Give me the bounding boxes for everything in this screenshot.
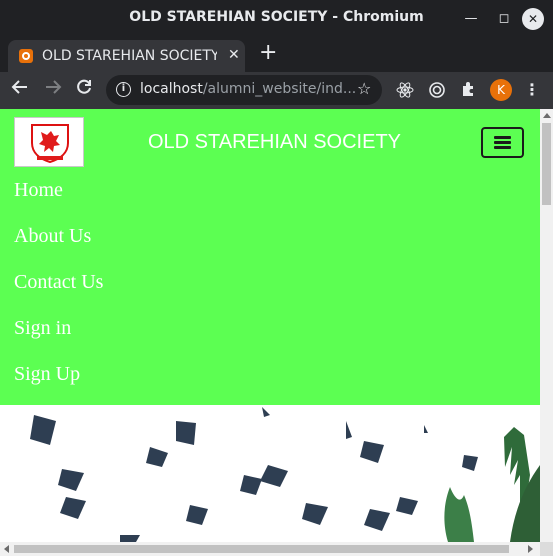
scroll-up-icon[interactable] bbox=[543, 113, 551, 118]
maximize-button[interactable]: ◻ bbox=[494, 9, 514, 29]
tab-strip: OLD STAREHIAN SOCIETY ✕ + bbox=[0, 37, 553, 72]
arrow-right-icon bbox=[46, 80, 62, 94]
react-icon[interactable] bbox=[395, 80, 415, 100]
nav-link-sign-up[interactable]: Sign Up bbox=[14, 363, 80, 386]
hamburger-toggle-button[interactable] bbox=[481, 127, 524, 158]
tab-close-button[interactable]: ✕ bbox=[228, 47, 240, 63]
scrollbar-corner bbox=[540, 542, 553, 556]
tab-title: OLD STAREHIAN SOCIETY bbox=[42, 48, 217, 64]
scroll-right-icon[interactable] bbox=[528, 545, 533, 553]
new-tab-button[interactable]: + bbox=[259, 42, 277, 64]
forward-button[interactable] bbox=[41, 78, 65, 102]
vertical-scroll-thumb[interactable] bbox=[542, 123, 551, 205]
hamburger-icon bbox=[494, 136, 511, 139]
reload-icon bbox=[77, 79, 91, 94]
nav-link-about[interactable]: About Us bbox=[14, 225, 91, 248]
back-button[interactable] bbox=[8, 78, 32, 102]
url-path: /alumni_website/ind... bbox=[202, 81, 357, 97]
hamburger-icon-line bbox=[494, 146, 511, 149]
address-bar[interactable]: i localhost/alumni_website/ind... ☆ bbox=[106, 75, 382, 105]
xampp-favicon-icon bbox=[19, 49, 33, 63]
hero-image-graduation-caps bbox=[0, 405, 540, 542]
profile-avatar[interactable]: K bbox=[490, 79, 512, 101]
nav-link-sign-in[interactable]: Sign in bbox=[14, 317, 71, 340]
minimize-button[interactable]: — bbox=[461, 9, 481, 29]
kebab-menu-icon[interactable]: ⋮ bbox=[524, 80, 540, 99]
site-brand-title[interactable]: OLD STAREHIAN SOCIETY bbox=[148, 131, 401, 154]
url-host: localhost bbox=[140, 81, 203, 97]
close-window-button[interactable]: ✕ bbox=[522, 8, 544, 30]
target-icon[interactable] bbox=[427, 80, 447, 100]
arrow-left-icon bbox=[11, 80, 27, 94]
puzzle-icon[interactable] bbox=[459, 80, 479, 100]
nav-link-contact[interactable]: Contact Us bbox=[14, 271, 103, 294]
hamburger-icon-line bbox=[494, 141, 511, 144]
page-viewport: OLD STAREHIAN SOCIETY Home About Us Cont… bbox=[0, 109, 540, 542]
browser-toolbar: i localhost/alumni_website/ind... ☆ ⋮ bbox=[0, 72, 553, 109]
scroll-left-icon[interactable] bbox=[4, 545, 9, 553]
horizontal-scroll-thumb[interactable] bbox=[14, 545, 509, 553]
url-text[interactable]: localhost/alumni_website/ind... bbox=[140, 81, 356, 97]
window-titlebar: OLD STAREHIAN SOCIETY - Chromium — ◻ ✕ bbox=[0, 0, 553, 37]
star-icon[interactable]: ☆ bbox=[357, 79, 371, 98]
horizontal-scrollbar[interactable] bbox=[0, 542, 540, 556]
society-logo[interactable] bbox=[14, 117, 84, 167]
reload-button[interactable] bbox=[72, 78, 96, 102]
browser-tab[interactable]: OLD STAREHIAN SOCIETY ✕ bbox=[8, 40, 245, 72]
vertical-scrollbar[interactable] bbox=[540, 109, 553, 542]
nav-link-home[interactable]: Home bbox=[14, 179, 63, 202]
info-icon[interactable]: i bbox=[116, 82, 131, 97]
site-navbar: OLD STAREHIAN SOCIETY Home About Us Cont… bbox=[0, 109, 540, 405]
crest-icon bbox=[31, 124, 69, 164]
